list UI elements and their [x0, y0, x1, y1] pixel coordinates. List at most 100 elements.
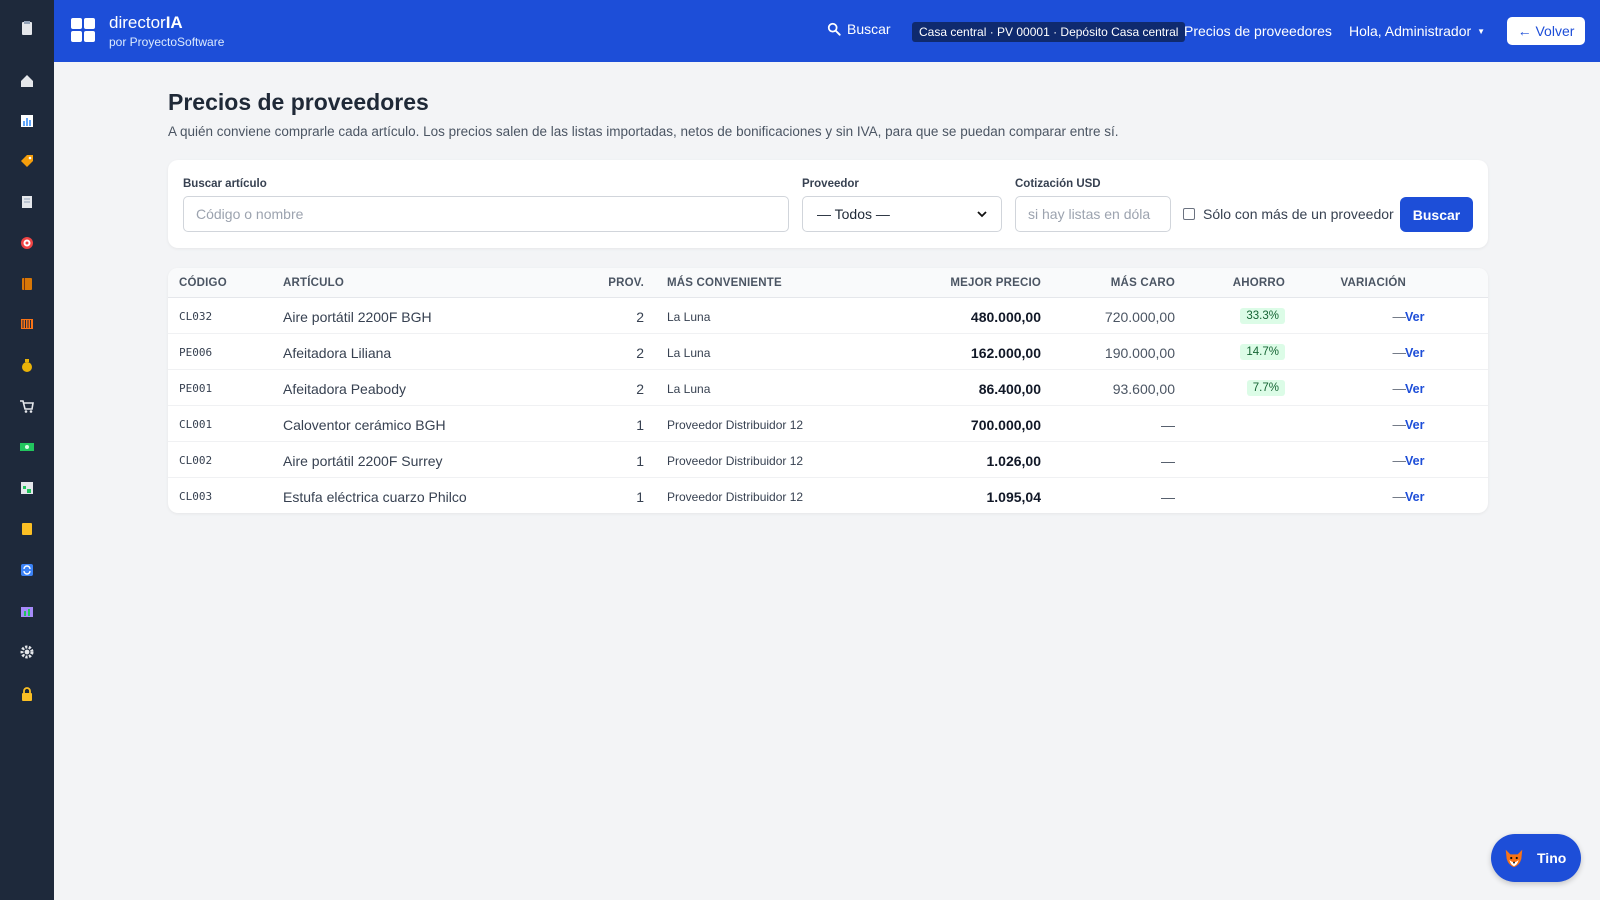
money-bag-icon — [22, 359, 32, 372]
cell-best-price: 1.026,00 — [986, 453, 1042, 469]
cell-best-price: 86.400,00 — [978, 381, 1041, 397]
column-header-article: ARTÍCULO — [283, 277, 345, 289]
brand-subtitle: por ProyectoSoftware — [109, 35, 225, 49]
sidebar-item-bar-chart[interactable] — [17, 111, 37, 131]
sidebar-item-money-bag[interactable] — [17, 355, 37, 375]
cell-code: CL002 — [179, 454, 213, 467]
document-icon — [22, 196, 32, 208]
sidebar-item-notepad[interactable] — [17, 519, 37, 539]
cell-code: PE001 — [179, 382, 213, 395]
nav-link-supplier-prices[interactable]: Precios de proveedores — [1184, 23, 1332, 39]
cell-providers: 2 — [636, 381, 644, 397]
article-search-input[interactable] — [183, 196, 789, 232]
spreadsheet-icon — [21, 482, 33, 494]
sidebar-item-cart[interactable] — [17, 396, 37, 416]
sidebar — [0, 0, 54, 900]
column-header-best-price: MEJOR PRECIO — [950, 277, 1041, 289]
banknote-icon — [20, 443, 34, 451]
cell-best-supplier: La Luna — [667, 346, 711, 360]
sidebar-item-target[interactable] — [17, 233, 37, 253]
cart-icon — [20, 400, 34, 413]
column-header-best-supplier: MÁS CONVENIENTE — [667, 277, 782, 289]
cell-article: Aire portátil 2200F BGH — [283, 309, 432, 325]
cell-best-price: 1.095,04 — [986, 489, 1042, 505]
clipboard-icon — [22, 21, 32, 35]
cell-article: Caloventor cerámico BGH — [283, 417, 446, 433]
assistant-button[interactable]: Tino — [1491, 834, 1581, 882]
multi-supplier-checkbox[interactable] — [1183, 208, 1195, 220]
sidebar-item-gear[interactable] — [17, 642, 37, 662]
branch-badge[interactable]: Casa central · PV 00001 · Depósito Casa … — [912, 22, 1186, 42]
view-link[interactable]: Ver — [1405, 454, 1424, 468]
supplier-prices-table: CÓDIGO ARTÍCULO PROV. MÁS CONVENIENTE ME… — [168, 268, 1488, 513]
sidebar-item-banknote[interactable] — [17, 437, 37, 457]
column-header-code: CÓDIGO — [179, 277, 227, 289]
column-header-providers: PROV. — [608, 277, 644, 289]
sidebar-item-tag[interactable] — [17, 151, 37, 171]
filters-panel: Buscar artículo Proveedor — Todos — Coti… — [168, 160, 1488, 248]
search-button[interactable]: Buscar — [1400, 197, 1473, 232]
back-button[interactable]: ← Volver — [1507, 17, 1585, 45]
column-header-most-expensive: MÁS CARO — [1110, 277, 1175, 289]
cell-best-supplier: La Luna — [667, 310, 711, 324]
sidebar-item-book[interactable] — [17, 274, 37, 294]
sidebar-item-folder-chart[interactable] — [17, 601, 37, 621]
tag-icon — [21, 155, 33, 167]
chevron-down-icon — [977, 211, 987, 218]
page-description: A quién conviene comprarle cada artículo… — [168, 124, 1119, 139]
table-row: CL001 Caloventor cerámico BGH 1 Proveedor D… — [168, 406, 1488, 442]
usd-rate-input[interactable] — [1015, 196, 1171, 232]
cell-most-expensive: — — [1161, 453, 1175, 469]
cell-code: CL003 — [179, 490, 213, 503]
cell-code: CL001 — [179, 418, 213, 431]
gear-icon — [20, 645, 34, 659]
cell-best-price: 700.000,00 — [970, 417, 1041, 433]
page-title: Precios de proveedores — [168, 89, 429, 115]
savings-badge: 33.3% — [1240, 308, 1285, 324]
brand[interactable]: directorIA por ProyectoSoftware — [109, 13, 224, 49]
cell-best-supplier: La Luna — [667, 382, 711, 396]
sidebar-item-barcode[interactable] — [17, 314, 37, 334]
cell-most-expensive: 720.000,00 — [1104, 309, 1175, 325]
global-search-label: Buscar — [847, 21, 891, 37]
savings-badge: 14.7% — [1240, 344, 1285, 360]
cell-best-price: 162.000,00 — [970, 345, 1041, 361]
user-menu-label: Hola, Administrador — [1349, 23, 1472, 39]
supplier-label: Proveedor — [802, 178, 859, 190]
cell-best-supplier: Proveedor Distribuidor 12 — [667, 418, 804, 432]
sidebar-item-sync[interactable] — [17, 560, 37, 580]
sidebar-item-lock[interactable] — [17, 684, 37, 704]
cell-providers: 1 — [636, 417, 644, 433]
view-link[interactable]: Ver — [1405, 418, 1424, 432]
table-row: CL002 Aire portátil 2200F Surrey 1 Proveedo… — [168, 442, 1488, 478]
view-link[interactable]: Ver — [1405, 382, 1424, 396]
cell-most-expensive: 93.600,00 — [1112, 381, 1175, 397]
app-logo-icon[interactable] — [71, 18, 95, 42]
cell-article: Estufa eléctrica cuarzo Philco — [283, 489, 467, 505]
cell-variation: — — [1392, 453, 1407, 468]
view-link[interactable]: Ver — [1405, 310, 1424, 324]
table-row: PE006 Afeitadora Liliana 2 La Luna 162.000,0… — [168, 334, 1488, 370]
brand-name: directorIA — [109, 13, 183, 32]
view-link[interactable]: Ver — [1405, 490, 1424, 504]
view-link[interactable]: Ver — [1405, 346, 1424, 360]
target-icon — [21, 237, 33, 249]
cell-providers: 1 — [636, 489, 644, 505]
user-menu[interactable]: Hola, Administrador ▼ — [1349, 23, 1485, 39]
book-icon — [22, 278, 32, 290]
supplier-select[interactable]: — Todos — — [802, 196, 1002, 232]
multi-supplier-label[interactable]: Sólo con más de un proveedor — [1203, 206, 1394, 222]
sidebar-item-document[interactable] — [17, 192, 37, 212]
caret-down-icon: ▼ — [1477, 26, 1486, 36]
usd-rate-label: Cotización USD — [1015, 178, 1101, 190]
supplier-select-value: — Todos — — [817, 206, 890, 222]
sidebar-item-clipboard[interactable] — [17, 18, 37, 38]
sidebar-item-home[interactable] — [17, 71, 37, 91]
home-icon — [21, 75, 33, 87]
sidebar-item-spreadsheet[interactable] — [17, 478, 37, 498]
cell-variation: — — [1392, 345, 1407, 360]
assistant-label: Tino — [1537, 850, 1567, 866]
global-search-button[interactable]: Buscar — [827, 21, 891, 37]
table-row: CL032 Aire portátil 2200F BGH 2 La Luna 480.… — [168, 298, 1488, 334]
cell-code: PE006 — [179, 346, 213, 359]
